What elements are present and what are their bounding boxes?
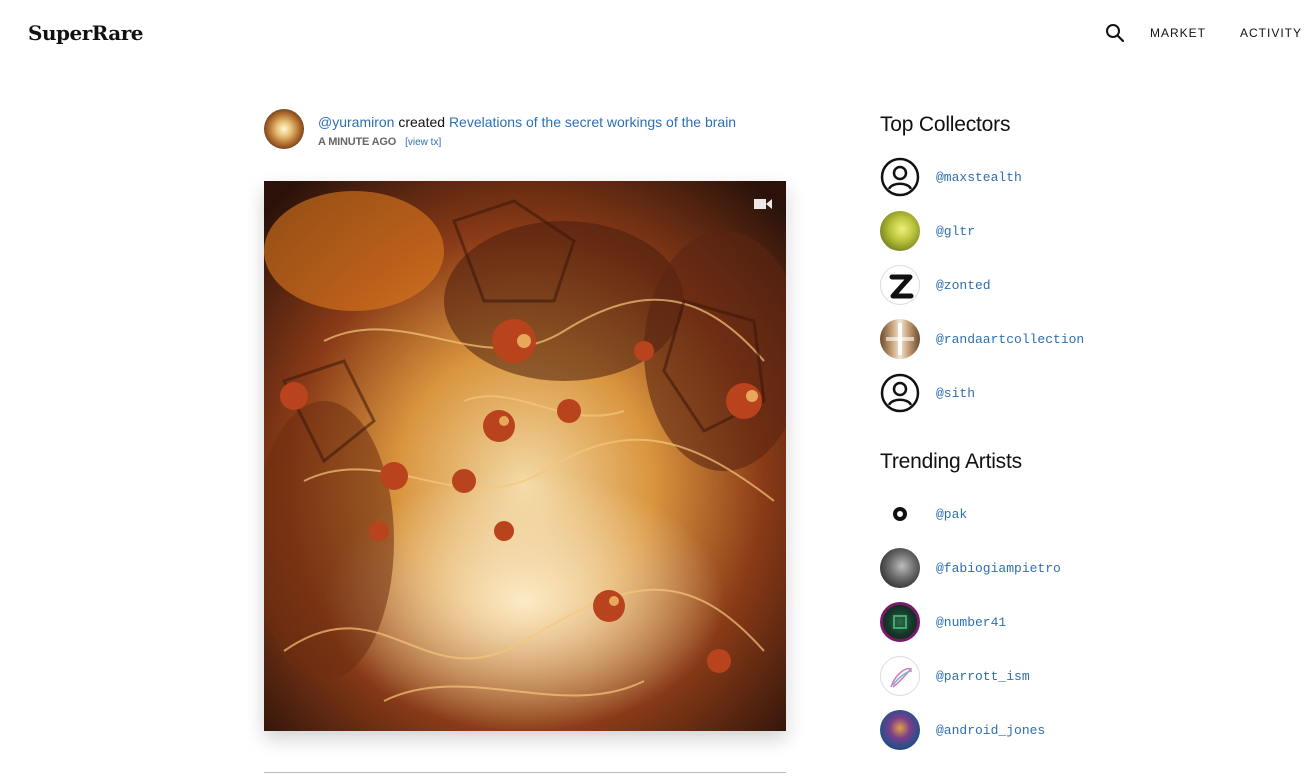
- z-logo-icon: [880, 265, 920, 305]
- collector-handle[interactable]: @maxstealth: [936, 170, 1022, 185]
- activity-feed-item: @yuramiron created Revelations of the se…: [264, 109, 786, 149]
- top-collectors-title: Top Collectors: [880, 113, 1011, 136]
- artist-avatar: [880, 548, 920, 588]
- artist-handle[interactable]: @parrott_ism: [936, 669, 1030, 684]
- trending-artists-list: @pak @fabiogiampietro @number41 @parrott…: [880, 487, 1280, 757]
- creator-avatar[interactable]: [264, 109, 304, 149]
- timestamp: A MINUTE AGO: [318, 136, 397, 148]
- collector-row[interactable]: @randaartcollection: [880, 312, 1280, 366]
- artist-row[interactable]: @parrott_ism: [880, 649, 1280, 703]
- collector-row[interactable]: @sith: [880, 366, 1280, 420]
- collector-avatar: [880, 211, 920, 251]
- collector-avatar: [880, 319, 920, 359]
- artist-row[interactable]: @android_jones: [880, 703, 1280, 757]
- artist-avatar: [880, 710, 920, 750]
- collector-handle[interactable]: @gltr: [936, 224, 975, 239]
- nav-activity-link[interactable]: ACTIVITY: [1240, 26, 1302, 40]
- default-user-icon: [880, 373, 920, 413]
- artist-row[interactable]: @number41: [880, 595, 1280, 649]
- action-text: created: [398, 114, 446, 130]
- artist-handle[interactable]: @fabiogiampietro: [936, 561, 1061, 576]
- artist-avatar: [880, 656, 920, 696]
- collector-handle[interactable]: @sith: [936, 386, 975, 401]
- collector-row[interactable]: @gltr: [880, 204, 1280, 258]
- collector-row[interactable]: @zonted: [880, 258, 1280, 312]
- artist-row[interactable]: @pak: [880, 487, 1280, 541]
- creator-username-link[interactable]: @yuramiron: [318, 114, 394, 130]
- artwork-media[interactable]: [264, 181, 786, 731]
- collector-handle[interactable]: @randaartcollection: [936, 332, 1084, 347]
- top-nav: MARKET ACTIVITY: [1104, 22, 1302, 44]
- trending-artists-title: Trending Artists: [880, 450, 1022, 473]
- view-tx-link[interactable]: [view tx]: [405, 137, 441, 148]
- sidebar: Top Collectors @maxstealth @gltr @zonted…: [880, 113, 1280, 757]
- default-user-icon: [880, 157, 920, 197]
- ring-icon: [880, 494, 920, 534]
- collector-handle[interactable]: @zonted: [936, 278, 991, 293]
- site-logo[interactable]: SuperRare: [28, 21, 144, 45]
- nav-market-link[interactable]: MARKET: [1150, 26, 1206, 40]
- artist-avatar: [880, 602, 920, 642]
- collector-row[interactable]: @maxstealth: [880, 150, 1280, 204]
- top-collectors-list: @maxstealth @gltr @zonted @randaartcolle…: [880, 150, 1280, 420]
- search-icon[interactable]: [1104, 22, 1126, 44]
- artist-row[interactable]: @fabiogiampietro: [880, 541, 1280, 595]
- feed-divider: [264, 772, 786, 773]
- artwork-title-link[interactable]: Revelations of the secret workings of th…: [449, 114, 736, 130]
- artist-handle[interactable]: @android_jones: [936, 723, 1045, 738]
- artist-handle[interactable]: @pak: [936, 507, 967, 522]
- artist-handle[interactable]: @number41: [936, 615, 1006, 630]
